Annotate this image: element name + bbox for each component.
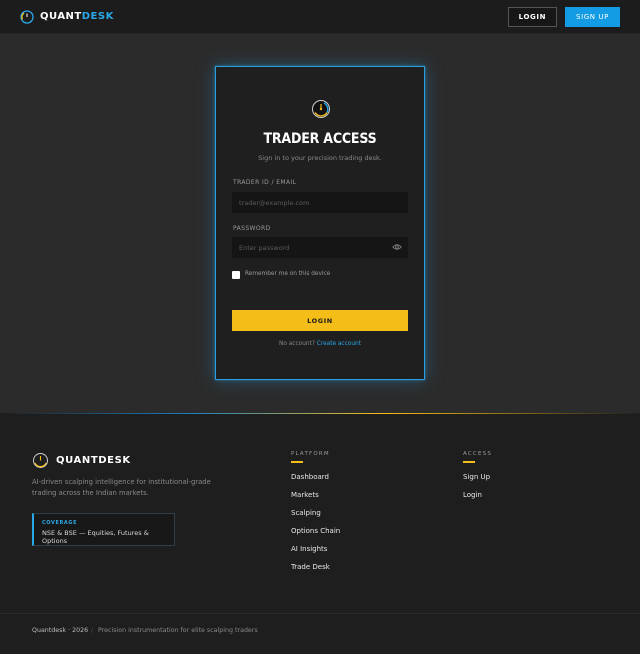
- coverage-value: NSE & BSE — Equities, Futures & Options: [42, 529, 149, 545]
- top-navbar: QUANTDESK LOGIN SIGN UP: [0, 0, 640, 34]
- remember-checkbox[interactable]: [232, 271, 240, 279]
- remember-label: Remember me on this device: [245, 271, 331, 277]
- brand-logo[interactable]: QUANTDESK: [20, 9, 114, 24]
- footer-tagline: Precision instrumentation for elite scal…: [98, 627, 258, 634]
- site-footer: QUANTDESK AI-driven scalping intelligenc…: [0, 413, 640, 654]
- footer-description: AI-driven scalping intelligence for inst…: [32, 478, 211, 497]
- footer-link-scalping[interactable]: Scalping: [291, 509, 321, 517]
- card-title: TRADER ACCESS: [263, 131, 377, 147]
- footer-link-dashboard[interactable]: Dashboard: [291, 473, 329, 481]
- coverage-label: COVERAGE: [42, 520, 78, 526]
- password-input[interactable]: Enter password: [232, 237, 408, 258]
- footer-link-trade-desk[interactable]: Trade Desk: [291, 563, 330, 571]
- coverage-box: COVERAGE NSE & BSE — Equities, Futures &…: [32, 513, 175, 546]
- footer-brand: QUANTDESK: [32, 452, 131, 469]
- footer-copyright: Quantdesk · 2026: [32, 627, 89, 634]
- gauge-icon: [312, 100, 330, 118]
- gauge-logo-icon: [20, 9, 34, 24]
- gauge-logo-icon: [33, 453, 48, 468]
- footer-link-login[interactable]: Login: [463, 491, 482, 499]
- trader-id-input[interactable]: trader@example.com: [232, 192, 408, 213]
- password-placeholder: Enter password: [239, 243, 290, 252]
- login-submit-button[interactable]: LOGIN: [232, 310, 408, 331]
- platform-heading-bar: [291, 461, 303, 463]
- create-account-link[interactable]: Create account: [317, 341, 361, 347]
- header-login-button[interactable]: LOGIN: [507, 6, 558, 27]
- id-label: TRADER ID / EMAIL: [233, 179, 297, 186]
- brand-name: QUANTDESK: [40, 11, 114, 22]
- header-signup-button[interactable]: SIGN UP: [565, 6, 620, 27]
- footer-link-sign-up[interactable]: Sign Up: [463, 473, 490, 481]
- footer-brand-name: QUANTDESK: [56, 455, 131, 466]
- login-card: TRADER ACCESS Sign in to your precision …: [215, 66, 425, 380]
- footer-accent-line: [0, 413, 640, 414]
- footer-link-ai-insights[interactable]: AI Insights: [291, 545, 327, 553]
- access-heading-bar: [463, 461, 475, 463]
- footer-divider: [0, 613, 640, 614]
- password-label: PASSWORD: [233, 225, 271, 232]
- no-account-text: No account? Create account: [279, 341, 361, 347]
- eye-icon[interactable]: [392, 243, 402, 251]
- platform-heading: PLATFORM: [291, 451, 330, 457]
- main-section: TRADER ACCESS Sign in to your precision …: [0, 34, 640, 413]
- footer-link-options-chain[interactable]: Options Chain: [291, 527, 340, 535]
- footer-separator: /: [91, 627, 94, 634]
- footer-link-markets[interactable]: Markets: [291, 491, 319, 499]
- access-heading: ACCESS: [463, 451, 493, 457]
- card-subtitle: Sign in to your precision trading desk.: [258, 154, 382, 162]
